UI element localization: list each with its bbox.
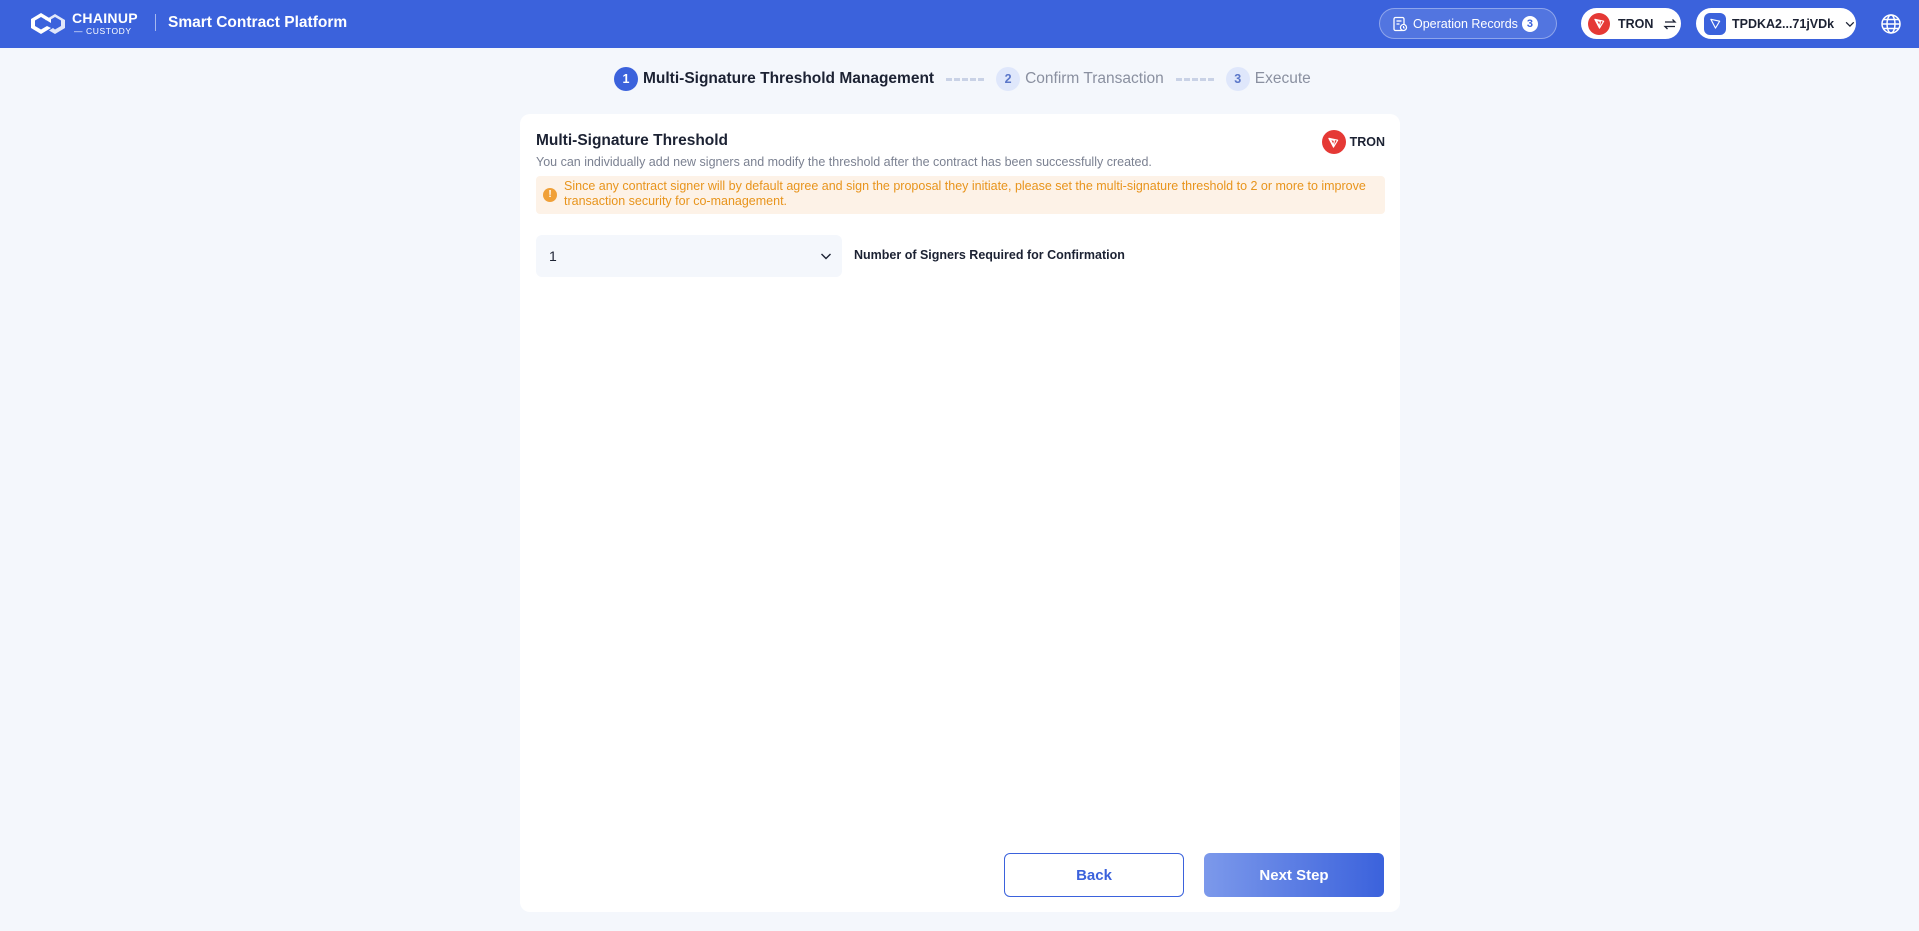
threshold-warning: ! Since any contract signer will by defa… — [536, 176, 1385, 214]
warning-icon: ! — [543, 188, 557, 202]
card-description: You can individually add new signers and… — [536, 155, 1152, 169]
threshold-caption: Number of Signers Required for Confirmat… — [854, 248, 1125, 262]
logo-subtitle: — CUSTODY — [74, 25, 132, 36]
wallet-address: TPDKA2...71jVDk — [1732, 16, 1835, 31]
step-label: Multi-Signature Threshold Management — [643, 70, 935, 87]
step-connector — [1175, 77, 1214, 81]
step-threshold-management: 1 Multi-Signature Threshold Management — [614, 67, 934, 91]
step-number: 2 — [996, 67, 1021, 91]
threshold-card: Multi-Signature Threshold You can indivi… — [520, 114, 1400, 912]
tron-icon — [1588, 12, 1610, 35]
chevron-down-icon — [1845, 21, 1855, 27]
wallet-icon — [1704, 12, 1726, 35]
records-icon — [1393, 16, 1408, 31]
operation-records-label: Operation Records — [1413, 16, 1518, 31]
header-divider — [155, 14, 156, 31]
top-header: CHAINUP — CUSTODY Smart Contract Platfor… — [0, 0, 1919, 48]
chainup-logo[interactable]: CHAINUP — CUSTODY — [27, 9, 138, 37]
step-execute: 3 Execute — [1225, 67, 1311, 91]
step-label: Confirm Transaction — [1025, 70, 1164, 87]
card-network-badge: TRON — [1321, 130, 1385, 154]
card-title: Multi-Signature Threshold — [536, 132, 729, 149]
network-label: TRON — [1618, 16, 1654, 31]
switch-arrows-icon — [1663, 18, 1677, 29]
threshold-select[interactable]: 1 — [536, 235, 842, 277]
threshold-value: 1 — [549, 248, 557, 264]
step-number: 3 — [1225, 67, 1250, 91]
step-connector — [946, 77, 985, 81]
step-number: 1 — [614, 67, 638, 91]
step-label: Execute — [1254, 70, 1311, 87]
warning-text: Since any contract signer will by defaul… — [564, 179, 1366, 208]
chevron-down-icon — [821, 253, 831, 260]
globe-icon[interactable] — [1880, 13, 1902, 35]
next-step-button[interactable]: Next Step — [1204, 853, 1384, 897]
app-title: Smart Contract Platform — [168, 14, 348, 31]
operation-records-count: 3 — [1521, 15, 1538, 32]
chainup-logo-icon — [31, 13, 65, 34]
progress-stepper: 1 Multi-Signature Threshold Management 2… — [614, 67, 1311, 91]
step-confirm-transaction: 2 Confirm Transaction — [996, 67, 1164, 91]
wallet-selector[interactable]: TPDKA2...71jVDk — [1696, 8, 1856, 39]
logo-wordmark: CHAINUP — [72, 9, 138, 26]
back-button[interactable]: Back — [1004, 853, 1184, 897]
card-network-label: TRON — [1349, 135, 1385, 149]
tron-icon — [1321, 130, 1346, 154]
network-selector[interactable]: TRON — [1581, 8, 1681, 39]
operation-records-button[interactable]: Operation Records 3 — [1379, 8, 1557, 39]
